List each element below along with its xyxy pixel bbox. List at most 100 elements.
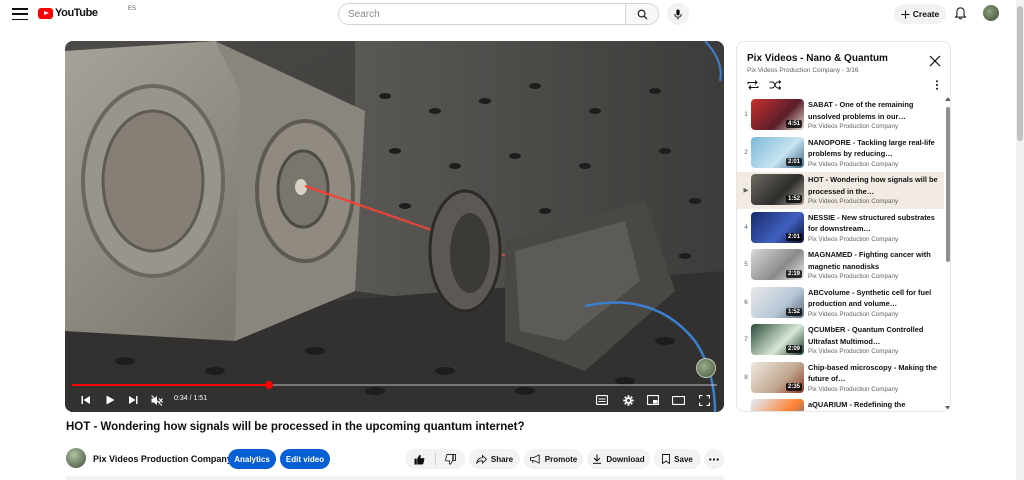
playlist-item-title[interactable]: NESSIE - New structured substrates for d… (808, 212, 938, 235)
progress-bar[interactable] (72, 381, 717, 389)
playlist-panel: Pix Videos - Nano & Quantum Pix Videos P… (736, 41, 951, 412)
settings-button[interactable] (621, 393, 635, 407)
search-box (338, 3, 659, 25)
now-playing-indicator: ▶ (743, 187, 749, 194)
thumbs-up-icon (414, 454, 425, 465)
previous-button[interactable] (79, 393, 93, 407)
mute-button[interactable] (150, 393, 164, 407)
playlist-item[interactable]: 2 2:01 NANOPORE - Tackling large real-life… (737, 135, 944, 172)
playlist-item-thumbnail[interactable]: 2:09 (751, 324, 804, 355)
duration-badge: 1:52 (785, 307, 802, 316)
scroll-up-arrow-icon[interactable] (945, 97, 950, 101)
window-scroll-thumb[interactable] (1017, 6, 1023, 141)
playlist-item[interactable]: 6 1:52 ABCvolume - Synthetic cell for fuel… (737, 285, 944, 322)
playlist-item-index: 1 (744, 111, 748, 118)
playlist-item-thumbnail[interactable]: 4:51 (751, 99, 804, 130)
duration-badge: 2:19 (785, 270, 802, 278)
share-icon (476, 454, 487, 464)
playlist-item-title[interactable]: aQUARIUM - Redefining the (808, 399, 938, 411)
thumbs-down-icon (444, 453, 456, 465)
playlist-item-thumbnail[interactable]: 2:35 (751, 361, 804, 393)
save-label: Save (674, 454, 693, 464)
edit-video-button[interactable]: Edit video (280, 449, 330, 469)
playlist-item-title[interactable]: NANOPORE - Tackling large real-life prob… (808, 137, 938, 160)
like-dislike-group (405, 449, 465, 469)
search-button[interactable] (625, 4, 658, 24)
playlist-item[interactable]: 9 aQUARIUM - Redefining the (737, 397, 944, 411)
notifications-bell-icon[interactable] (953, 6, 968, 21)
dislike-button[interactable] (436, 449, 466, 469)
playlist-item[interactable]: 1 4:51 SABAT - One of the remaining unsolv… (737, 97, 944, 134)
shuffle-icon[interactable] (769, 80, 781, 90)
player-controls: 0:34 / 1:51 (65, 389, 724, 412)
duration-badge: 2:01 (785, 157, 802, 166)
analytics-button[interactable]: Analytics (228, 449, 276, 469)
video-player[interactable]: 0:34 / 1:51 (65, 41, 724, 412)
more-actions-button[interactable] (704, 449, 724, 469)
playlist-item-thumbnail[interactable]: 2:01 (751, 211, 804, 243)
play-button[interactable] (103, 393, 117, 407)
duration-badge: 2:01 (785, 232, 802, 241)
duration-badge: 4:51 (785, 120, 802, 128)
search-input[interactable] (339, 4, 625, 24)
more-vertical-icon[interactable] (935, 80, 939, 90)
playlist-item[interactable]: 7 2:09 QCUMbER - Quantum Controlled Ultraf… (737, 322, 944, 359)
menu-icon[interactable] (12, 6, 28, 22)
playlist-item-thumbnail[interactable] (751, 399, 804, 411)
playlist-item-title[interactable]: SABAT - One of the remaining unsolved pr… (808, 99, 938, 122)
create-button[interactable]: Create (894, 4, 946, 24)
playlist-item[interactable]: ▶ 1:52 HOT - Wondering how signals will be… (737, 172, 944, 209)
duration-badge: 1:52 (785, 195, 802, 203)
playlist-items: 1 4:51 SABAT - One of the remaining unsolv… (737, 97, 944, 411)
playlist-item-title[interactable]: MAGNAMED - Fighting cancer with magnetic… (808, 249, 938, 272)
more-horizontal-icon (709, 457, 719, 461)
play-icon (106, 395, 115, 405)
playlist-scroll-thumb[interactable] (946, 107, 950, 262)
next-button[interactable] (126, 393, 140, 407)
channel-watermark[interactable] (696, 358, 716, 378)
loop-icon[interactable] (747, 80, 759, 90)
plus-icon (901, 9, 910, 19)
playlist-item-channel: Pix Videos Production Company (808, 160, 899, 168)
channel-name[interactable]: Pix Videos Production Company (93, 454, 232, 464)
share-button[interactable]: Share (469, 449, 520, 469)
account-avatar[interactable] (983, 5, 999, 21)
playlist-item[interactable]: 8 2:35 Chip-based microscopy - Making the … (737, 360, 944, 397)
playlist-item-thumbnail[interactable]: 2:01 (751, 136, 804, 168)
playlist-item-thumbnail[interactable]: 1:52 (751, 174, 804, 205)
voice-search-button[interactable] (667, 3, 689, 25)
download-icon (593, 454, 602, 464)
playlist-item-index: 2 (744, 148, 748, 156)
playlist-item-title[interactable]: HOT - Wondering how signals will be proc… (808, 174, 938, 197)
close-icon[interactable] (929, 55, 941, 67)
bookmark-icon (662, 454, 671, 464)
save-button[interactable]: Save (654, 449, 701, 469)
like-button[interactable] (405, 449, 435, 469)
playlist-scrollbar[interactable] (944, 97, 950, 411)
miniplayer-button[interactable] (646, 393, 660, 407)
theater-mode-button[interactable] (671, 393, 685, 407)
playlist-item-title[interactable]: ABCvolume - Synthetic cell for fuel prod… (808, 287, 938, 310)
country-code: ES (128, 6, 137, 12)
playlist-item-channel: Pix Videos Production Company (808, 385, 899, 393)
playlist-subtitle: Pix Videos Production Company - 3/16 (747, 67, 859, 74)
playlist-item[interactable]: 4 2:01 NESSIE - New structured substrates … (737, 210, 944, 247)
playlist-item-thumbnail[interactable]: 2:19 (751, 249, 804, 280)
skip-previous-icon (81, 396, 90, 404)
playlist-title[interactable]: Pix Videos - Nano & Quantum (747, 53, 888, 64)
playlist-item-title[interactable]: QCUMbER - Quantum Controlled Ultrafast M… (808, 324, 938, 347)
playlist-item-channel: Pix Videos Production Company (808, 310, 899, 318)
playlist-item-thumbnail[interactable]: 1:52 (751, 286, 804, 318)
promote-button[interactable]: Promote (524, 449, 583, 469)
playlist-item-title[interactable]: Chip-based microscopy - Making the futur… (808, 362, 938, 385)
playlist-item-index: 7 (744, 336, 748, 343)
window-scrollbar[interactable] (1016, 0, 1024, 480)
youtube-logo[interactable]: YouTube ES (38, 6, 136, 19)
subtitles-icon (596, 395, 608, 405)
download-button[interactable]: Download (587, 449, 650, 469)
fullscreen-button[interactable] (697, 393, 711, 407)
subtitles-button[interactable] (595, 393, 609, 407)
scroll-down-arrow-icon[interactable] (945, 406, 950, 410)
playlist-item[interactable]: 5 2:19 MAGNAMED - Fighting cancer with mag… (737, 247, 944, 284)
channel-avatar[interactable] (66, 448, 86, 468)
